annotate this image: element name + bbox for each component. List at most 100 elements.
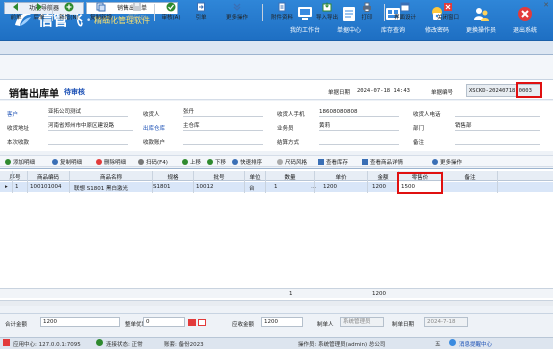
cell-spec[interactable]: S1801 [153,184,171,190]
delete-row-button[interactable]: 删除明细 [96,158,126,166]
col-spec[interactable]: 规格 [153,173,193,181]
dept-field[interactable]: 销售部 [455,122,540,131]
col-price[interactable]: 单价 [315,173,367,181]
message-icon[interactable] [449,339,456,346]
row-pointer-icon: ▸ [5,184,8,190]
attachments-button[interactable]: 附件资料 [266,2,298,24]
cell-amount[interactable]: 1200 [372,184,386,190]
discount-field[interactable]: 0 [143,317,185,327]
connection-ok-icon [96,339,103,346]
remark-field[interactable] [455,136,540,145]
col-amount[interactable]: 金额 [368,173,398,181]
cell-unit[interactable]: 台 [249,184,255,192]
col-batch[interactable]: 批号 [194,173,244,181]
account-field[interactable] [183,136,263,145]
cell-price[interactable]: 1200 [323,184,337,190]
detail-icon [362,159,368,165]
grid-more-button[interactable]: 更多操作 [432,158,462,166]
header-button-exit[interactable]: 退出系统 [503,5,547,39]
receiver-phone-field[interactable]: 18608080808 [319,108,399,117]
cell-name[interactable]: 联想 S1801 黑白激光 [74,184,128,192]
import-doc-button[interactable]: 引单 [189,2,213,24]
col-remark[interactable]: 备注 [443,173,497,181]
more-icon [233,3,241,11]
settle-field[interactable] [319,136,399,145]
receiver-tel-field[interactable] [455,108,540,117]
close-all-tabs-icon[interactable]: ✕ [543,1,549,9]
horizontal-scrollbar[interactable] [0,300,553,306]
col-code[interactable]: 商品编码 [28,173,68,181]
col-qty[interactable]: 数量 [266,173,314,181]
import-export-icon [322,2,332,12]
cell-batch[interactable]: 10012 [196,184,214,190]
salesman-field[interactable]: 黄莉 [319,122,399,131]
warehouse-field[interactable]: 主仓库 [183,122,263,131]
discount-clear-icon[interactable] [198,319,206,326]
more-ops-button[interactable]: 更多操作 [222,2,252,24]
toolbar-separator [52,4,53,21]
ime-indicator[interactable]: 五 [435,340,441,348]
salesman-label: 业务员 [277,126,294,132]
size-style-button[interactable]: 尺码风格 [277,158,307,166]
user-switch-icon [474,8,489,21]
col-unit[interactable]: 单位 [245,173,265,181]
add-row-button[interactable]: 添加明细 [5,158,35,166]
app-center-icon [3,339,10,346]
col-divider [12,171,13,193]
view-product-detail-button[interactable]: 查看商品详情 [362,158,403,166]
header-button-switch-operator[interactable]: 更换操作员 [459,5,503,39]
move-up-button[interactable]: 上移 [182,158,201,166]
receiver-field[interactable]: 张丹 [183,108,263,117]
address-field[interactable]: 河南省郑州市中原区建设路 [48,122,133,131]
col-divider [193,171,194,193]
scan-button[interactable]: 扫码(F4) [138,158,168,166]
maker-field: 系统管理员 [340,317,384,327]
import-export-button[interactable]: 导入导出 [311,2,343,24]
more-icon [432,159,438,165]
cell-code[interactable]: 100101004 [30,184,62,190]
discount-color-icon[interactable] [188,319,196,326]
address-label: 收货地址 [7,126,30,132]
document-status: 待审核 [64,88,85,96]
move-down-button[interactable]: 下移 [207,158,226,166]
print-button[interactable]: 打印 [356,2,378,24]
copy-new-button[interactable]: 复制新增 [86,2,116,24]
sort-icon [232,159,238,165]
next-icon [37,3,42,11]
customer-label: 客户 [7,112,19,118]
view-stock-button[interactable]: 查看库存 [318,158,348,166]
remark-label: 备注 [413,140,425,146]
col-divider [152,171,153,193]
approve-button[interactable]: 审核(A) [157,2,185,24]
doc-date-field[interactable]: 2024-07-18 14:43 [357,88,410,94]
col-divider [314,171,315,193]
save-button[interactable]: 保存(S) [122,2,152,24]
status-connection: 连接状态: 正常 [106,342,143,348]
receiver-tel-label: 收货人电话 [413,112,441,118]
new-button[interactable]: 新增(N) [55,2,83,24]
next-doc-button[interactable]: 后单 [29,2,49,24]
design-icon [400,2,410,12]
col-seq[interactable]: 序号 [8,173,22,181]
message-center-link[interactable]: 消息提醒中心 [459,340,492,348]
customer-field[interactable]: 亚拓公司测试 [48,108,128,117]
tab-bar [0,41,553,55]
import-doc-icon [197,2,205,12]
col-divider [244,171,245,193]
close-window-button[interactable]: 关闭窗口 [432,2,464,24]
ui-design-button[interactable]: 界面设计 [389,2,421,24]
dept-label: 部门 [413,126,425,132]
add-icon [5,159,11,165]
doc-date-label: 单据日期 [328,90,351,96]
toolbar-separator [384,4,385,21]
copy-row-button[interactable]: 复制明细 [52,158,82,166]
collected-field[interactable] [48,136,128,145]
stock-icon [318,159,324,165]
receiver-label: 收货人 [143,112,160,118]
document-title: 销售出库单 [9,89,59,100]
col-name[interactable]: 商品名称 [70,173,152,181]
table-sum-row [0,288,553,298]
quick-sort-button[interactable]: 快速排序 [232,158,262,166]
cell-qty[interactable]: 1 [274,184,278,190]
prev-doc-button[interactable]: 前单 [6,2,26,24]
